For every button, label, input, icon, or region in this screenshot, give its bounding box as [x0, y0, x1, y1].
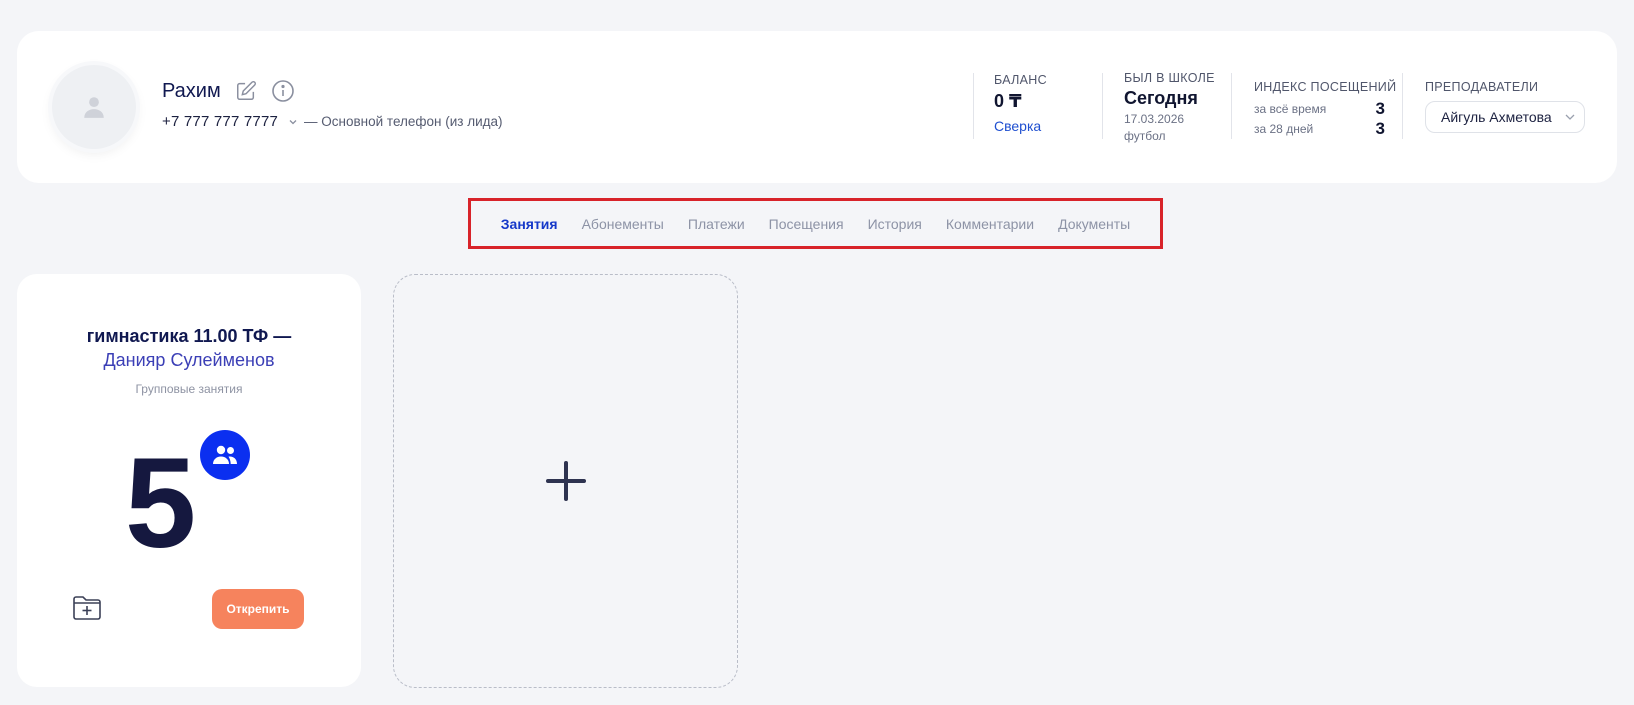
last-visit-value: Сегодня	[1124, 88, 1198, 108]
last-visit-activity: футбол	[1124, 129, 1166, 143]
last-visit-date: 17.03.2026	[1124, 112, 1185, 126]
divider	[973, 73, 974, 139]
client-name-row: Рахим	[162, 79, 295, 103]
attendance-all-time-label: за всё время	[1254, 102, 1327, 116]
attendance-28-days-value: 3	[1375, 119, 1385, 138]
info-icon[interactable]	[271, 79, 295, 103]
user-avatar-icon	[84, 97, 104, 118]
tab-documents[interactable]: Документы	[1058, 216, 1130, 232]
chevron-down-icon[interactable]	[288, 117, 298, 127]
course-type: Групповые занятия	[135, 382, 243, 396]
tab-visits[interactable]: Посещения	[769, 216, 844, 232]
attendance-28-days-row: за 28 дней 3	[1254, 120, 1385, 138]
course-card: гимнастика 11.00 ТФ — Данияр Сулейменов …	[17, 274, 361, 687]
course-teacher[interactable]: Данияр Сулейменов	[17, 350, 361, 371]
balance-label: БАЛАНС	[994, 73, 1047, 87]
teachers-stat: ПРЕПОДАВАТЕЛИ	[1425, 80, 1538, 94]
teacher-select[interactable]: Айгуль Ахметова	[1425, 101, 1585, 133]
tab-subscriptions[interactable]: Абонементы	[582, 216, 664, 232]
client-avatar[interactable]	[52, 65, 136, 149]
divider	[1102, 73, 1103, 139]
attendance-label: ИНДЕКС ПОСЕЩЕНИЙ	[1254, 80, 1397, 94]
tab-payments[interactable]: Платежи	[688, 216, 745, 232]
teachers-label: ПРЕПОДАВАТЕЛИ	[1425, 80, 1539, 94]
plus-icon	[545, 461, 586, 501]
reconcile-link[interactable]: Сверка	[994, 118, 1041, 134]
balance-value: 0 ₸	[994, 91, 1022, 111]
tab-comments[interactable]: Комментарии	[946, 216, 1034, 232]
tabs-bar: Занятия Абонементы Платежи Посещения Ист…	[468, 198, 1163, 249]
folder-add-icon[interactable]	[72, 595, 102, 621]
attendance-all-time-row: за всё время 3	[1254, 100, 1385, 118]
last-visit-stat: БЫЛ В ШКОЛЕ Сегодня 17.03.2026 футбол	[1124, 71, 1215, 143]
attendance-all-time-value: 3	[1375, 99, 1385, 118]
phone-note: — Основной телефон (из лида)	[304, 114, 503, 129]
detach-button[interactable]: Открепить	[212, 589, 304, 629]
client-header-card: Рахим +7 777 777 7777 — Основной телефон…	[17, 31, 1617, 183]
teacher-select-value: Айгуль Ахметова	[1441, 109, 1552, 125]
group-icon	[200, 430, 250, 480]
last-visit-label: БЫЛ В ШКОЛЕ	[1124, 71, 1215, 85]
attendance-stat: ИНДЕКС ПОСЕЩЕНИЙ за всё время 3 за 28 дн…	[1254, 80, 1396, 138]
client-phone[interactable]: +7 777 777 7777	[162, 113, 278, 130]
balance-stat: БАЛАНС 0 ₸ Сверка	[994, 73, 1047, 136]
tab-history[interactable]: История	[868, 216, 922, 232]
divider	[1402, 73, 1403, 139]
client-name: Рахим	[162, 79, 221, 102]
chevron-down-icon	[1564, 111, 1576, 123]
phone-row: +7 777 777 7777 — Основной телефон (из л…	[162, 113, 503, 130]
course-title: гимнастика 11.00 ТФ —	[86, 326, 292, 346]
lesson-count: 5	[125, 432, 197, 575]
divider	[1231, 73, 1232, 139]
add-course-card[interactable]	[393, 274, 738, 688]
edit-icon[interactable]	[235, 80, 257, 102]
tab-lessons[interactable]: Занятия	[501, 216, 558, 232]
attendance-28-days-label: за 28 дней	[1254, 122, 1314, 136]
